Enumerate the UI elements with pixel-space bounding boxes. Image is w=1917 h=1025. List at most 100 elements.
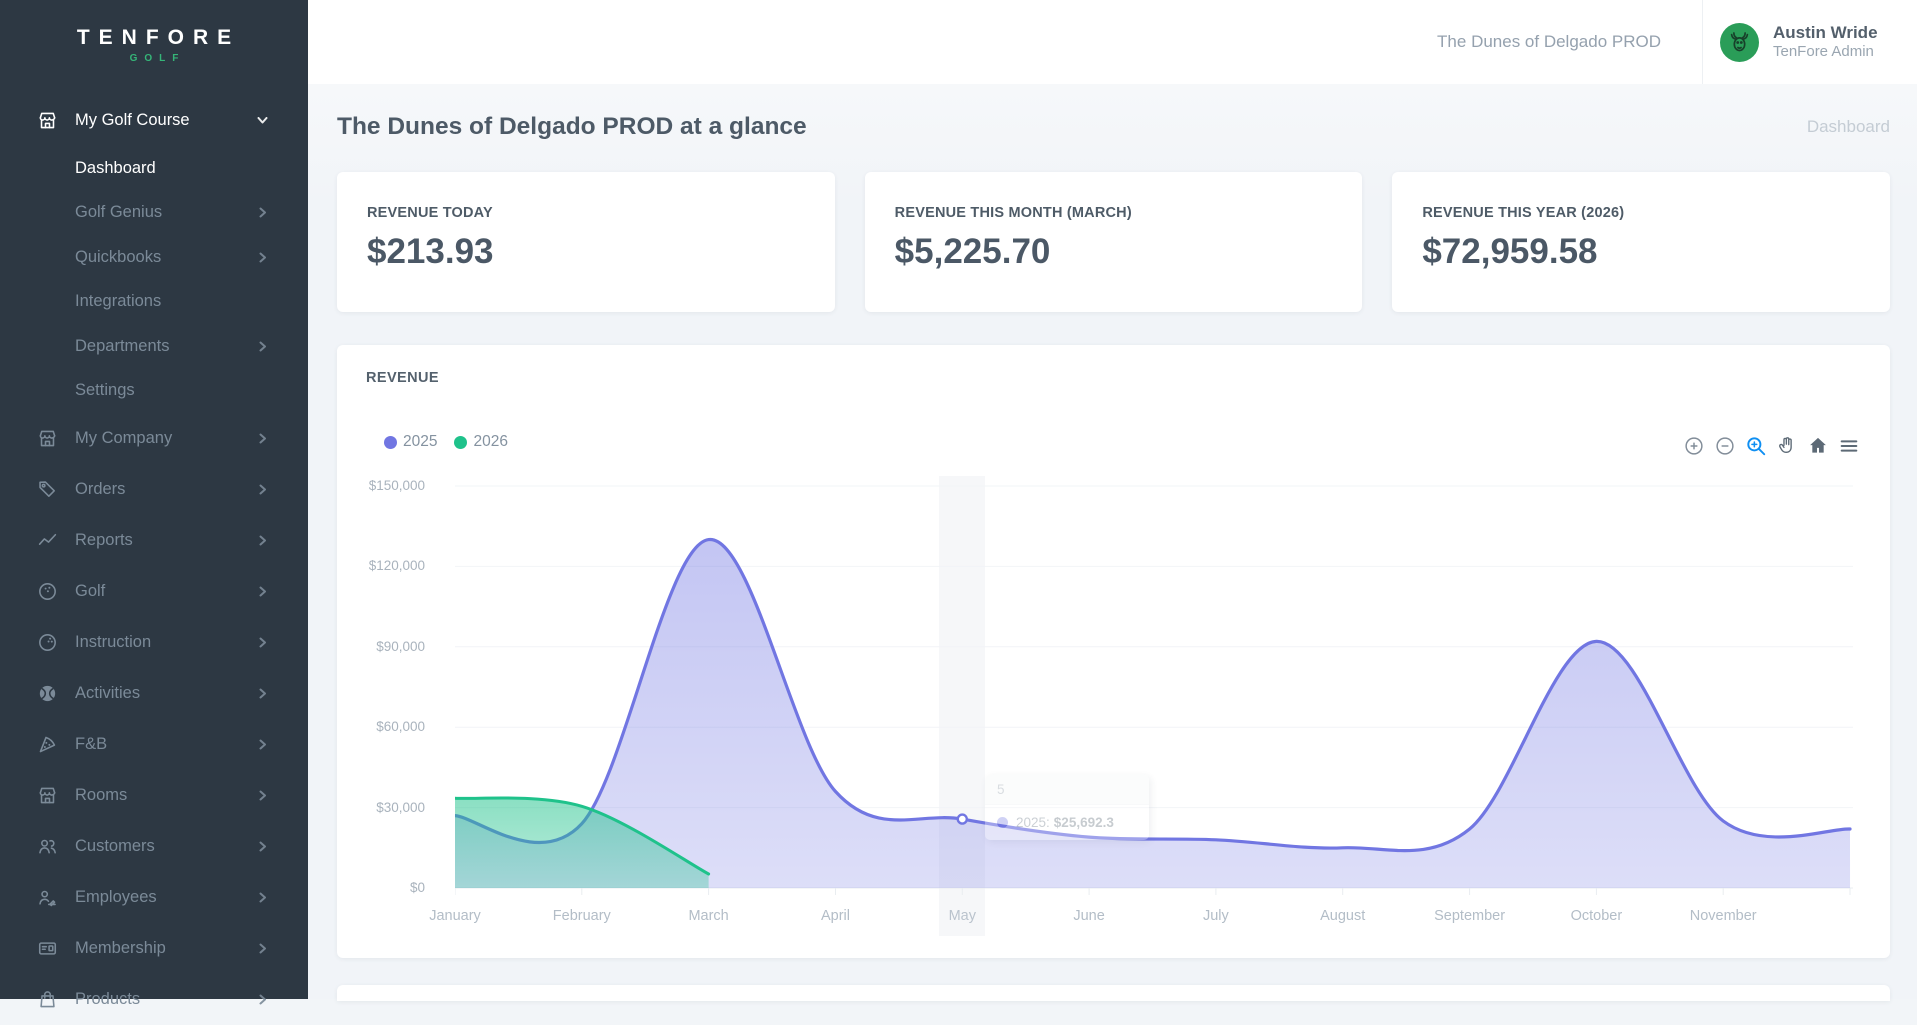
y-tick-label: $150,000 <box>337 478 425 493</box>
golf-ball-icon <box>36 581 58 603</box>
stat-value: $213.93 <box>367 232 805 272</box>
stat-label: REVENUE TODAY <box>367 205 805 221</box>
chevron-right-icon <box>257 739 268 750</box>
id-card-icon <box>36 938 58 960</box>
tennis-ball-icon <box>36 683 58 705</box>
chevron-right-icon <box>257 433 268 444</box>
sidebar-item-my-golf-course[interactable]: My Golf Course <box>0 95 308 146</box>
stats-row: REVENUE TODAY $213.93 REVENUE THIS MONTH (… <box>337 172 1890 312</box>
sidebar-item-label: Orders <box>75 480 125 499</box>
chart-toolbar <box>1683 435 1860 457</box>
sidebar-item-products[interactable]: Products <box>0 974 308 1025</box>
sidebar-item-label: Departments <box>75 337 169 356</box>
y-tick-label: $60,000 <box>337 719 425 734</box>
sidebar-item-label: F&B <box>75 735 107 754</box>
sidebar-item-instruction[interactable]: Instruction <box>0 617 308 668</box>
pan-icon[interactable] <box>1776 435 1798 457</box>
stat-value: $5,225.70 <box>895 232 1333 272</box>
sidebar-item-customers[interactable]: Customers <box>0 821 308 872</box>
sidebar-item-employees[interactable]: Employees <box>0 872 308 923</box>
sidebar-item-golf[interactable]: Golf <box>0 566 308 617</box>
logo-tagline: GOLF <box>7 53 308 64</box>
chevron-down-icon <box>257 115 268 126</box>
stat-card-revenue-today: REVENUE TODAY $213.93 <box>337 172 835 312</box>
sidebar-item-activities[interactable]: Activities <box>0 668 308 719</box>
user-name: Austin Wride <box>1773 22 1878 43</box>
legend-label: 2025 <box>403 433 437 451</box>
zoom-in-icon[interactable] <box>1683 435 1705 457</box>
storefront-icon <box>36 110 58 132</box>
y-tick-label: $0 <box>337 880 425 895</box>
sidebar-item-settings[interactable]: Settings <box>0 369 308 414</box>
page-title: The Dunes of Delgado PROD at a glance <box>337 113 807 141</box>
stat-value: $72,959.58 <box>1422 232 1860 272</box>
chevron-right-icon <box>257 586 268 597</box>
sidebar-item-label: Instruction <box>75 633 151 652</box>
menu-icon[interactable] <box>1838 435 1860 457</box>
sidebar-item-label: Activities <box>75 684 140 703</box>
main-content: The Dunes of Delgado PROD at a glance Da… <box>308 84 1917 999</box>
chevron-right-icon <box>257 994 268 1005</box>
chevron-right-icon <box>257 252 268 263</box>
sidebar-item-departments[interactable]: Departments <box>0 324 308 369</box>
hover-marker <box>958 815 967 824</box>
user-role: TenFore Admin <box>1773 43 1878 62</box>
employee-icon <box>36 887 58 909</box>
revenue-area-chart <box>455 465 1853 925</box>
logo-wordmark: TENFORE <box>9 26 308 50</box>
sidebar-item-label: Employees <box>75 888 157 907</box>
chevron-right-icon <box>257 207 268 218</box>
chevron-right-icon <box>257 535 268 546</box>
selection-zoom-icon[interactable] <box>1745 435 1767 457</box>
tenfore-logo[interactable]: TENFORE GOLF <box>0 0 308 64</box>
breadcrumb[interactable]: Dashboard <box>1807 117 1890 137</box>
sidebar-item-my-company[interactable]: My Company <box>0 413 308 464</box>
stat-card-revenue-this-year-2026: REVENUE THIS YEAR (2026)$72,959.58 <box>1392 172 1890 312</box>
sidebar-item-integrations[interactable]: Integrations <box>0 280 308 325</box>
topbar-course-name: The Dunes of Delgado PROD <box>1437 0 1661 84</box>
trend-chart-icon <box>36 530 58 552</box>
legend-label: 2026 <box>473 433 507 451</box>
chevron-right-icon <box>257 943 268 954</box>
legend-dot <box>454 436 467 449</box>
sidebar-item-rooms[interactable]: Rooms <box>0 770 308 821</box>
sidebar-item-quickbooks[interactable]: Quickbooks <box>0 235 308 280</box>
stat-card-revenue-this-month-march: REVENUE THIS MONTH (MARCH) $5,225.70 <box>865 172 1363 312</box>
instruction-ball-icon <box>36 632 58 654</box>
revenue-chart-card: REVENUE 20252026 $150,000$120,000$90,000… <box>337 345 1890 958</box>
legend-item-2025[interactable]: 2025 <box>384 433 437 451</box>
sidebar-item-reports[interactable]: Reports <box>0 515 308 566</box>
chevron-right-icon <box>257 341 268 352</box>
pizza-icon <box>36 734 58 756</box>
people-icon <box>36 836 58 858</box>
chart-plot-area[interactable] <box>455 465 1853 925</box>
sidebar-item-orders[interactable]: Orders <box>0 464 308 515</box>
y-tick-label: $90,000 <box>337 639 425 654</box>
storefront-icon <box>36 428 58 450</box>
series-2025-area <box>455 539 1850 888</box>
sidebar-item-label: Golf Genius <box>75 203 162 222</box>
sidebar-item-label: Reports <box>75 531 133 550</box>
storefront-icon <box>36 785 58 807</box>
user-menu[interactable]: Austin Wride TenFore Admin <box>1702 0 1917 84</box>
legend-item-2026[interactable]: 2026 <box>454 433 507 451</box>
y-tick-label: $120,000 <box>337 558 425 573</box>
zoom-out-icon[interactable] <box>1714 435 1736 457</box>
home-icon[interactable] <box>1807 435 1829 457</box>
sidebar-item-dashboard[interactable]: Dashboard <box>0 146 308 191</box>
sidebar-item-golf-genius[interactable]: Golf Genius <box>0 191 308 236</box>
sidebar-item-label: Rooms <box>75 786 127 805</box>
sidebar-item-label: Membership <box>75 939 166 958</box>
stat-label: REVENUE THIS MONTH (MARCH) <box>895 205 1333 221</box>
sidebar-item-f-b[interactable]: F&B <box>0 719 308 770</box>
sidebar-item-label: Products <box>75 990 140 1009</box>
chevron-right-icon <box>257 688 268 699</box>
tag-icon <box>36 479 58 501</box>
sidebar-item-membership[interactable]: Membership <box>0 923 308 974</box>
user-avatar <box>1720 23 1759 62</box>
sidebar-item-label: Dashboard <box>75 159 156 178</box>
sidebar-item-label: My Golf Course <box>75 111 190 130</box>
chevron-right-icon <box>257 790 268 801</box>
sidebar-nav: My Golf Course Dashboard Golf Genius Quickb… <box>0 95 308 1025</box>
y-tick-label: $30,000 <box>337 800 425 815</box>
